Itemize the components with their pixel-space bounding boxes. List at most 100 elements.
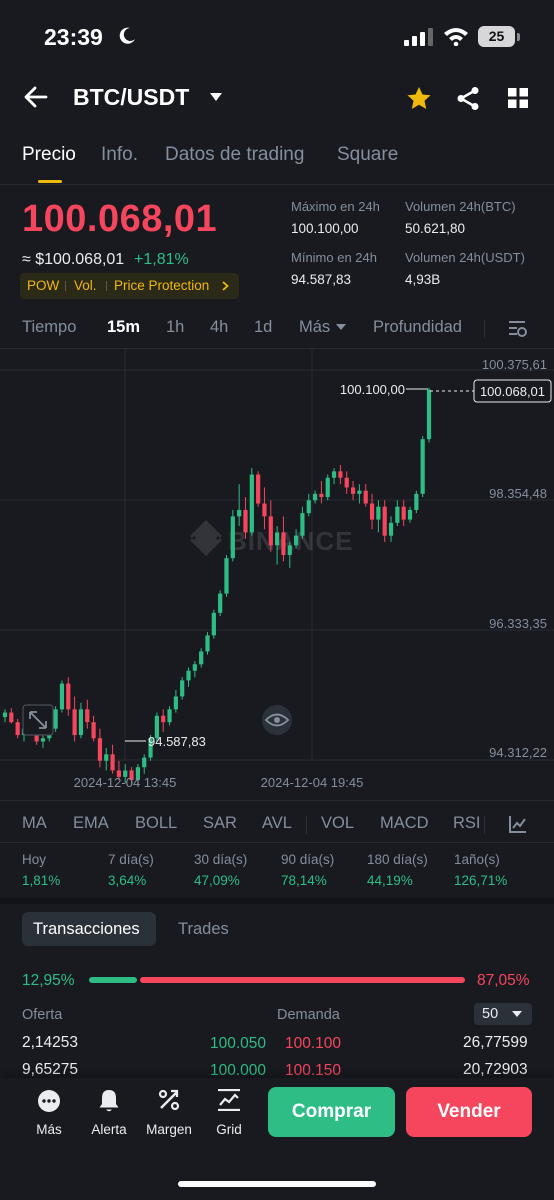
tab-transacciones[interactable]: Transacciones — [33, 920, 140, 939]
bid-ratio-bar — [89, 977, 137, 983]
caret-down-icon[interactable] — [209, 92, 223, 102]
candle-body — [256, 474, 261, 504]
tab-info[interactable]: Info. — [101, 144, 138, 166]
chart-settings-icon[interactable] — [508, 320, 528, 338]
indicator-settings-icon[interactable] — [509, 815, 527, 833]
interval-1d[interactable]: 1d — [254, 318, 272, 337]
grid-label[interactable]: Grid — [209, 1122, 249, 1137]
grid-menu-icon[interactable] — [508, 88, 528, 108]
candle-body — [211, 612, 216, 636]
candle-body — [91, 722, 96, 739]
interval-tiempo[interactable]: Tiempo — [22, 318, 76, 337]
candle-body — [401, 506, 406, 520]
candle-body — [142, 757, 147, 768]
candle-body — [224, 558, 229, 594]
high-price-label: 100.100,00 — [340, 382, 405, 397]
share-icon[interactable] — [456, 86, 480, 111]
candlestick-chart[interactable]: BINANCE 100.375,61 98.354,48 96.333,35 9… — [0, 348, 554, 800]
sell-button[interactable]: Vender — [406, 1087, 532, 1137]
candle-body — [230, 516, 235, 559]
perf-label: 30 día(s) — [194, 852, 248, 867]
grid-bot-icon[interactable] — [217, 1089, 241, 1111]
candle-body — [161, 715, 166, 723]
candle-body — [186, 670, 191, 681]
price-change: +1,81% — [134, 251, 189, 268]
price-usd: ≈ $100.068,01 — [22, 251, 125, 268]
x-axis-labels: 2024-12-04 13:45 2024-12-04 19:45 — [74, 775, 364, 790]
y-tick-label: 98.354,48 — [489, 486, 547, 501]
candle-body — [369, 503, 375, 520]
interval-mas[interactable]: Más — [299, 318, 330, 337]
low-price-label: 94.587,83 — [148, 734, 206, 749]
bell-icon[interactable] — [98, 1088, 120, 1113]
divider — [0, 800, 554, 801]
candle-body — [281, 532, 286, 555]
y-tick-label: 96.333,35 — [489, 616, 547, 631]
candle-body — [218, 593, 223, 613]
candle-body — [2, 712, 8, 718]
badge-pow[interactable]: POW — [27, 278, 59, 293]
candle-body — [110, 754, 115, 771]
indicator-ma[interactable]: MA — [22, 814, 47, 833]
candle-body — [294, 535, 299, 546]
margin-icon[interactable] — [158, 1088, 180, 1112]
badge-price-protection[interactable]: Price Protection — [114, 278, 209, 293]
candle-body — [72, 709, 77, 736]
interval-profundidad[interactable]: Profundidad — [373, 318, 462, 337]
indicator-sar[interactable]: SAR — [203, 814, 237, 833]
indicator-macd[interactable]: MACD — [380, 814, 429, 833]
tab-datos-de-trading[interactable]: Datos de trading — [165, 144, 304, 166]
tab-square[interactable]: Square — [337, 144, 398, 166]
candle-body — [268, 516, 273, 546]
indicator-avl[interactable]: AVL — [262, 814, 292, 833]
candle-body — [199, 651, 204, 665]
badge-vol[interactable]: Vol. — [74, 278, 97, 293]
depth-value: 50 — [482, 1006, 499, 1022]
candle-body — [407, 509, 413, 520]
y-tick-label: 94.312,22 — [489, 745, 547, 760]
interval-4h[interactable]: 4h — [210, 318, 228, 337]
back-arrow-icon[interactable] — [24, 86, 48, 108]
chevron-right-icon — [222, 281, 229, 291]
indicator-boll[interactable]: BOLL — [135, 814, 177, 833]
ask-price[interactable]: 100.100 — [285, 1035, 341, 1053]
tab-precio[interactable]: Precio — [22, 144, 76, 166]
candle-body — [414, 493, 419, 510]
margin-label[interactable]: Margen — [139, 1122, 199, 1137]
indicator-vol[interactable]: VOL — [321, 814, 354, 833]
last-price: 100.068,01 — [22, 198, 218, 240]
candle-body — [104, 754, 109, 761]
candle-body — [306, 500, 311, 514]
current-price-marker[interactable]: 100.068,01 — [430, 379, 552, 403]
indicator-ema[interactable]: EMA — [73, 814, 109, 833]
low-marker: 94.587,83 — [125, 734, 206, 749]
expand-icon[interactable] — [22, 704, 54, 736]
ask-header: Demanda — [277, 1007, 340, 1023]
candle-body — [243, 509, 248, 533]
interval-1h[interactable]: 1h — [166, 318, 184, 337]
perf-label: 180 día(s) — [367, 852, 428, 867]
tab-trades[interactable]: Trades — [178, 920, 229, 939]
perf-value: 47,09% — [194, 873, 240, 888]
candle-body — [357, 490, 362, 494]
pair-title[interactable]: BTC/USDT — [73, 84, 189, 111]
star-icon[interactable] — [406, 86, 432, 111]
chart-canvas[interactable]: BINANCE 100.375,61 98.354,48 96.333,35 9… — [0, 348, 554, 800]
more-label[interactable]: Más — [29, 1122, 69, 1137]
low-24h-label: Mínimo en 24h — [291, 250, 377, 265]
buy-button[interactable]: Comprar — [268, 1087, 395, 1137]
bid-price[interactable]: 100.050 — [210, 1035, 266, 1053]
more-icon[interactable] — [37, 1089, 61, 1113]
home-indicator[interactable] — [178, 1181, 376, 1187]
perf-value: 126,71% — [454, 873, 508, 888]
candle-body — [426, 389, 432, 440]
tag-badges[interactable]: POW Vol. Price Protection — [20, 273, 239, 299]
candle-body — [192, 664, 197, 671]
divider — [484, 320, 485, 338]
alert-label[interactable]: Alerta — [84, 1122, 134, 1137]
eye-icon[interactable] — [262, 705, 292, 735]
interval-15m[interactable]: 15m — [107, 318, 140, 337]
status-bar: 23:39 25 — [0, 0, 554, 75]
indicator-rsi[interactable]: RSI — [453, 814, 481, 833]
depth-select[interactable]: 50 — [474, 1003, 532, 1025]
